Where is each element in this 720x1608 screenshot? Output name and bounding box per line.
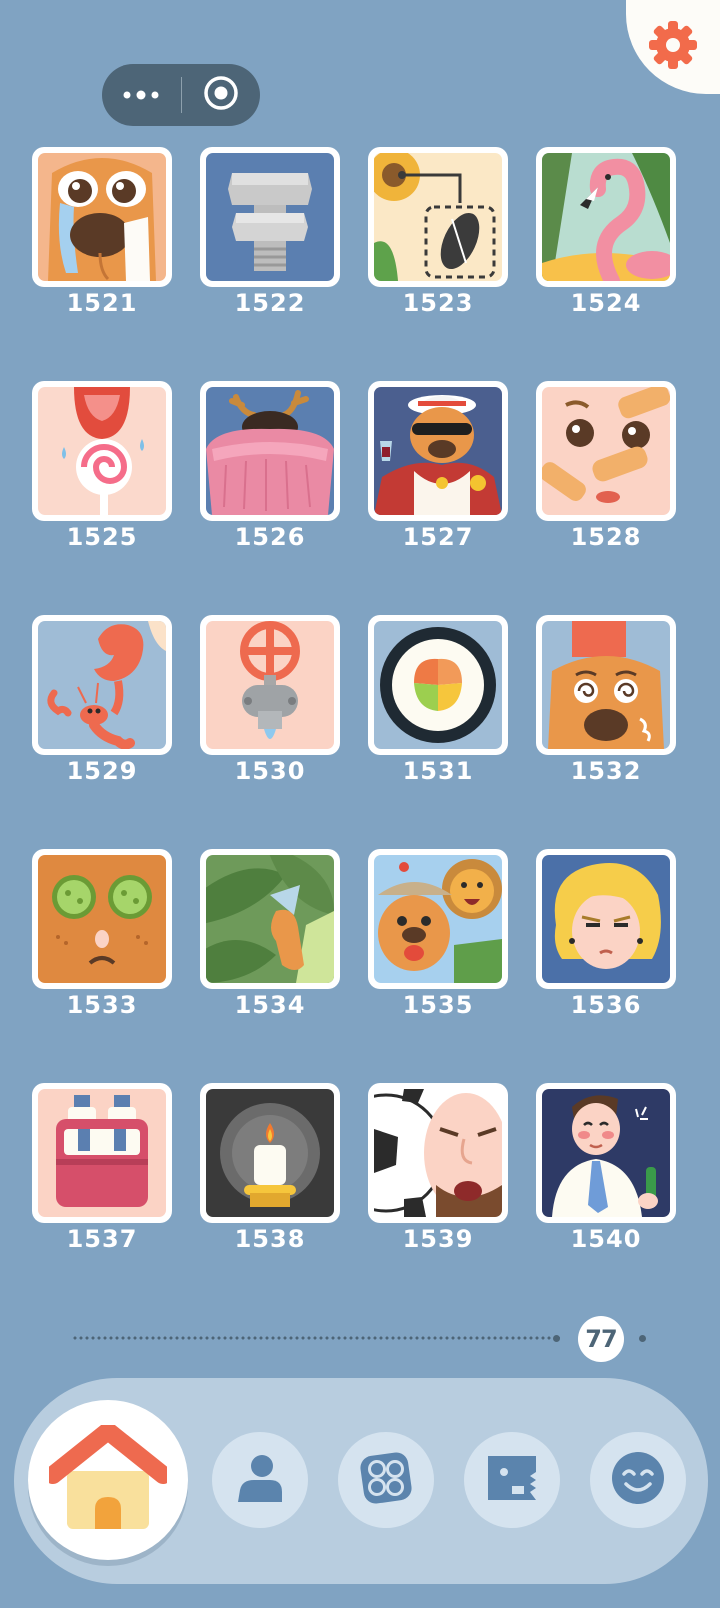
level-card[interactable]: 1537 — [32, 1083, 172, 1253]
nav-profile-button[interactable] — [212, 1432, 308, 1528]
level-card[interactable]: 1523 — [368, 147, 508, 317]
dizzy-dog-icon — [542, 621, 670, 749]
page-number: 77 — [585, 1325, 617, 1353]
cucumber-mask-icon — [38, 855, 166, 983]
level-card[interactable]: 1539 — [368, 1083, 508, 1253]
level-number: 1537 — [66, 1225, 138, 1253]
gear-icon — [645, 17, 701, 77]
level-number: 1536 — [570, 991, 642, 1019]
level-number: 1522 — [234, 289, 306, 317]
level-number: 1528 — [570, 523, 642, 551]
bandaged-face-icon — [542, 387, 670, 515]
level-card[interactable]: 1534 — [200, 849, 340, 1019]
close-button[interactable] — [182, 64, 261, 126]
level-card[interactable]: 1522 — [200, 147, 340, 317]
level-card[interactable]: 1530 — [200, 615, 340, 785]
level-number: 1533 — [66, 991, 138, 1019]
pink-sweater-antlers-icon — [206, 387, 334, 515]
faucet-valve-icon — [206, 621, 334, 749]
level-card[interactable]: 1528 — [536, 381, 676, 551]
blonde-guy-icon — [542, 855, 670, 983]
leaf-hidden-icon — [206, 855, 334, 983]
mini-program-capsule — [102, 64, 260, 126]
level-number: 1531 — [402, 757, 474, 785]
target-close-icon — [203, 75, 239, 115]
nav-home-button[interactable] — [28, 1400, 188, 1560]
level-number: 1530 — [234, 757, 306, 785]
nav-collection-button[interactable] — [338, 1432, 434, 1528]
more-dots-icon — [121, 86, 161, 105]
level-number: 1532 — [570, 757, 642, 785]
rich-tiger-icon — [374, 387, 502, 515]
level-card[interactable]: 1525 — [32, 381, 172, 551]
drunk-man-icon — [542, 1089, 670, 1217]
lobster-icon — [38, 621, 166, 749]
grid-dots-icon — [358, 1450, 414, 1510]
page-number-badge[interactable]: 77 — [578, 1316, 624, 1362]
nav-emoji-button[interactable] — [590, 1432, 686, 1528]
page-progress-dots — [72, 1336, 560, 1340]
level-number: 1523 — [402, 289, 474, 317]
level-card[interactable]: 1521 — [32, 147, 172, 317]
level-number: 1524 — [570, 289, 642, 317]
level-number: 1529 — [66, 757, 138, 785]
level-number: 1527 — [402, 523, 474, 551]
level-number: 1540 — [570, 1225, 642, 1253]
home-icon — [44, 1422, 172, 1535]
progress-dot — [553, 1335, 560, 1342]
settings-button[interactable] — [626, 0, 720, 94]
lollipop-mouth-icon — [38, 387, 166, 515]
level-card[interactable]: 1524 — [536, 147, 676, 317]
level-card[interactable]: 1531 — [368, 615, 508, 785]
red-box-icon — [38, 1089, 166, 1217]
level-number: 1525 — [66, 523, 138, 551]
tiger-lion-icon — [374, 855, 502, 983]
level-card[interactable]: 1536 — [536, 849, 676, 1019]
crying-dog-icon — [38, 153, 166, 281]
level-number: 1526 — [234, 523, 306, 551]
level-card[interactable]: 1538 — [200, 1083, 340, 1253]
level-card[interactable]: 1529 — [32, 615, 172, 785]
bolt-nut-icon — [206, 153, 334, 281]
monster-icon — [484, 1452, 540, 1508]
smile-icon — [610, 1450, 666, 1510]
level-card[interactable]: 1527 — [368, 381, 508, 551]
sushi-roll-icon — [374, 621, 502, 749]
level-card[interactable]: 1533 — [32, 849, 172, 1019]
level-card[interactable]: 1540 — [536, 1083, 676, 1253]
level-number: 1521 — [66, 289, 138, 317]
level-card[interactable]: 1526 — [200, 381, 340, 551]
level-card[interactable]: 1535 — [368, 849, 508, 1019]
person-icon — [232, 1452, 288, 1508]
level-number: 1534 — [234, 991, 306, 1019]
candle-icon — [206, 1089, 334, 1217]
level-card[interactable]: 1532 — [536, 615, 676, 785]
level-number: 1535 — [402, 991, 474, 1019]
flamingo-icon — [542, 153, 670, 281]
more-button[interactable] — [102, 64, 181, 126]
nav-monster-button[interactable] — [464, 1432, 560, 1528]
next-page-dot[interactable] — [639, 1335, 646, 1342]
level-number: 1538 — [234, 1225, 306, 1253]
level-number: 1539 — [402, 1225, 474, 1253]
soccer-face-icon — [374, 1089, 502, 1217]
sunflower-seed-icon — [374, 153, 502, 281]
